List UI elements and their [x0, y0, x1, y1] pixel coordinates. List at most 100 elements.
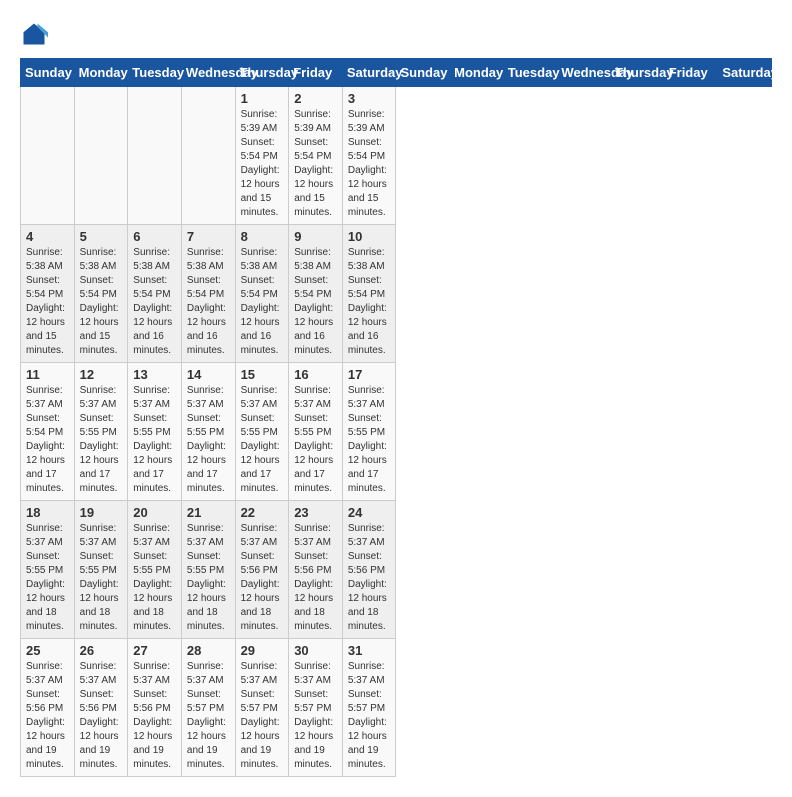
day-info: Sunrise: 5:37 AM Sunset: 5:56 PM Dayligh… [133, 661, 172, 770]
calendar-cell: 3 Sunrise: 5:39 AM Sunset: 5:54 PM Daylig… [342, 87, 396, 225]
header-day-sunday: Sunday [396, 59, 450, 87]
day-number: 15 [241, 367, 284, 382]
calendar-cell: 15 Sunrise: 5:37 AM Sunset: 5:55 PM Dayli… [235, 363, 289, 501]
day-info: Sunrise: 5:37 AM Sunset: 5:56 PM Dayligh… [241, 523, 280, 632]
calendar-cell: 2Sunrise: 5:39 AM Sunset: 5:54 PM Daylig… [289, 87, 343, 225]
header-sunday: Sunday [21, 59, 75, 87]
day-info: Sunrise: 5:38 AM Sunset: 5:54 PM Dayligh… [133, 247, 172, 356]
calendar-cell: 21Sunrise: 5:37 AM Sunset: 5:55 PM Dayli… [181, 501, 235, 639]
day-info: Sunrise: 5:37 AM Sunset: 5:54 PM Dayligh… [26, 385, 65, 494]
day-number: 24 [348, 505, 391, 520]
day-info: Sunrise: 5:38 AM Sunset: 5:54 PM Dayligh… [26, 247, 65, 356]
calendar-cell [128, 87, 182, 225]
calendar-cell: 17 Sunrise: 5:37 AM Sunset: 5:55 PM Dayli… [342, 363, 396, 501]
day-number: 5 [80, 229, 123, 244]
calendar-cell: 29 Sunrise: 5:37 AM Sunset: 5:57 PM Dayli… [235, 639, 289, 777]
calendar-cell: 6 Sunrise: 5:38 AM Sunset: 5:54 PM Daylig… [128, 225, 182, 363]
calendar-cell: 12 Sunrise: 5:37 AM Sunset: 5:55 PM Dayli… [74, 363, 128, 501]
day-number: 10 [348, 229, 391, 244]
day-number: 23 [294, 505, 337, 520]
day-info: Sunrise: 5:37 AM Sunset: 5:55 PM Dayligh… [26, 523, 65, 632]
day-info: Sunrise: 5:37 AM Sunset: 5:55 PM Dayligh… [187, 385, 226, 494]
day-info: Sunrise: 5:38 AM Sunset: 5:54 PM Dayligh… [187, 247, 226, 356]
header-tuesday: Tuesday [128, 59, 182, 87]
day-number: 29 [241, 643, 284, 658]
header-day-saturday: Saturday [718, 59, 772, 87]
calendar-cell: 4 Sunrise: 5:38 AM Sunset: 5:54 PM Daylig… [21, 225, 75, 363]
day-number: 19 [80, 505, 123, 520]
calendar-cell [74, 87, 128, 225]
day-info: Sunrise: 5:37 AM Sunset: 5:56 PM Dayligh… [26, 661, 65, 770]
day-number: 4 [26, 229, 69, 244]
day-number: 31 [348, 643, 391, 658]
calendar-cell: 22 Sunrise: 5:37 AM Sunset: 5:56 PM Dayli… [235, 501, 289, 639]
header-friday: Friday [289, 59, 343, 87]
day-number: 28 [187, 643, 230, 658]
calendar-cell: 27Sunrise: 5:37 AM Sunset: 5:56 PM Dayli… [128, 639, 182, 777]
calendar-cell: 5 Sunrise: 5:38 AM Sunset: 5:54 PM Daylig… [74, 225, 128, 363]
day-info: Sunrise: 5:37 AM Sunset: 5:57 PM Dayligh… [187, 661, 226, 770]
calendar-cell: 14 Sunrise: 5:37 AM Sunset: 5:55 PM Dayli… [181, 363, 235, 501]
day-info: Sunrise: 5:37 AM Sunset: 5:55 PM Dayligh… [133, 385, 172, 494]
day-info: Sunrise: 5:39 AM Sunset: 5:54 PM Dayligh… [241, 109, 280, 218]
day-info: Sunrise: 5:37 AM Sunset: 5:55 PM Dayligh… [133, 523, 172, 632]
day-number: 17 [348, 367, 391, 382]
day-info: Sunrise: 5:37 AM Sunset: 5:55 PM Dayligh… [348, 385, 387, 494]
day-number: 30 [294, 643, 337, 658]
calendar-cell [21, 87, 75, 225]
day-info: Sunrise: 5:38 AM Sunset: 5:54 PM Dayligh… [348, 247, 387, 356]
calendar-cell: 18 Sunrise: 5:37 AM Sunset: 5:55 PM Dayli… [21, 501, 75, 639]
day-number: 21 [187, 505, 230, 520]
calendar-cell: 1Sunrise: 5:39 AM Sunset: 5:54 PM Daylig… [235, 87, 289, 225]
day-number: 11 [26, 367, 69, 382]
calendar-week-row: 4 Sunrise: 5:38 AM Sunset: 5:54 PM Daylig… [21, 225, 772, 363]
calendar-cell: 28 Sunrise: 5:37 AM Sunset: 5:57 PM Dayli… [181, 639, 235, 777]
calendar-week-row: 1Sunrise: 5:39 AM Sunset: 5:54 PM Daylig… [21, 87, 772, 225]
calendar-cell: 7Sunrise: 5:38 AM Sunset: 5:54 PM Daylig… [181, 225, 235, 363]
day-info: Sunrise: 5:37 AM Sunset: 5:56 PM Dayligh… [80, 661, 119, 770]
calendar-cell: 11 Sunrise: 5:37 AM Sunset: 5:54 PM Dayli… [21, 363, 75, 501]
calendar-cell [181, 87, 235, 225]
calendar-week-row: 18 Sunrise: 5:37 AM Sunset: 5:55 PM Dayli… [21, 501, 772, 639]
day-info: Sunrise: 5:38 AM Sunset: 5:54 PM Dayligh… [241, 247, 280, 356]
day-info: Sunrise: 5:37 AM Sunset: 5:56 PM Dayligh… [348, 523, 387, 632]
calendar-cell: 16 Sunrise: 5:37 AM Sunset: 5:55 PM Dayli… [289, 363, 343, 501]
header-day-thursday: Thursday [611, 59, 665, 87]
page-header [20, 20, 772, 48]
day-number: 3 [348, 91, 391, 106]
day-number: 2 [294, 91, 337, 106]
day-number: 22 [241, 505, 284, 520]
calendar-week-row: 11 Sunrise: 5:37 AM Sunset: 5:54 PM Dayli… [21, 363, 772, 501]
day-number: 20 [133, 505, 176, 520]
day-number: 13 [133, 367, 176, 382]
day-number: 12 [80, 367, 123, 382]
header-day-friday: Friday [664, 59, 718, 87]
header-thursday: Thursday [235, 59, 289, 87]
calendar-cell: 31Sunrise: 5:37 AM Sunset: 5:57 PM Dayli… [342, 639, 396, 777]
day-info: Sunrise: 5:37 AM Sunset: 5:57 PM Dayligh… [294, 661, 333, 770]
day-info: Sunrise: 5:39 AM Sunset: 5:54 PM Dayligh… [348, 109, 387, 218]
calendar-cell: 13 Sunrise: 5:37 AM Sunset: 5:55 PM Dayli… [128, 363, 182, 501]
day-info: Sunrise: 5:38 AM Sunset: 5:54 PM Dayligh… [294, 247, 333, 356]
day-number: 6 [133, 229, 176, 244]
day-info: Sunrise: 5:37 AM Sunset: 5:55 PM Dayligh… [241, 385, 280, 494]
header-day-monday: Monday [450, 59, 504, 87]
day-info: Sunrise: 5:37 AM Sunset: 5:55 PM Dayligh… [294, 385, 333, 494]
calendar-cell: 10 Sunrise: 5:38 AM Sunset: 5:54 PM Dayli… [342, 225, 396, 363]
logo [20, 20, 52, 48]
calendar-cell: 20 Sunrise: 5:37 AM Sunset: 5:55 PM Dayli… [128, 501, 182, 639]
day-info: Sunrise: 5:38 AM Sunset: 5:54 PM Dayligh… [80, 247, 119, 356]
day-number: 18 [26, 505, 69, 520]
day-number: 14 [187, 367, 230, 382]
calendar-week-row: 25 Sunrise: 5:37 AM Sunset: 5:56 PM Dayli… [21, 639, 772, 777]
header-monday: Monday [74, 59, 128, 87]
header-wednesday: Wednesday [181, 59, 235, 87]
calendar-cell: 25 Sunrise: 5:37 AM Sunset: 5:56 PM Dayli… [21, 639, 75, 777]
day-info: Sunrise: 5:37 AM Sunset: 5:57 PM Dayligh… [241, 661, 280, 770]
day-number: 26 [80, 643, 123, 658]
day-number: 25 [26, 643, 69, 658]
day-number: 16 [294, 367, 337, 382]
day-info: Sunrise: 5:37 AM Sunset: 5:56 PM Dayligh… [294, 523, 333, 632]
calendar-cell: 24 Sunrise: 5:37 AM Sunset: 5:56 PM Dayli… [342, 501, 396, 639]
day-info: Sunrise: 5:37 AM Sunset: 5:55 PM Dayligh… [80, 385, 119, 494]
